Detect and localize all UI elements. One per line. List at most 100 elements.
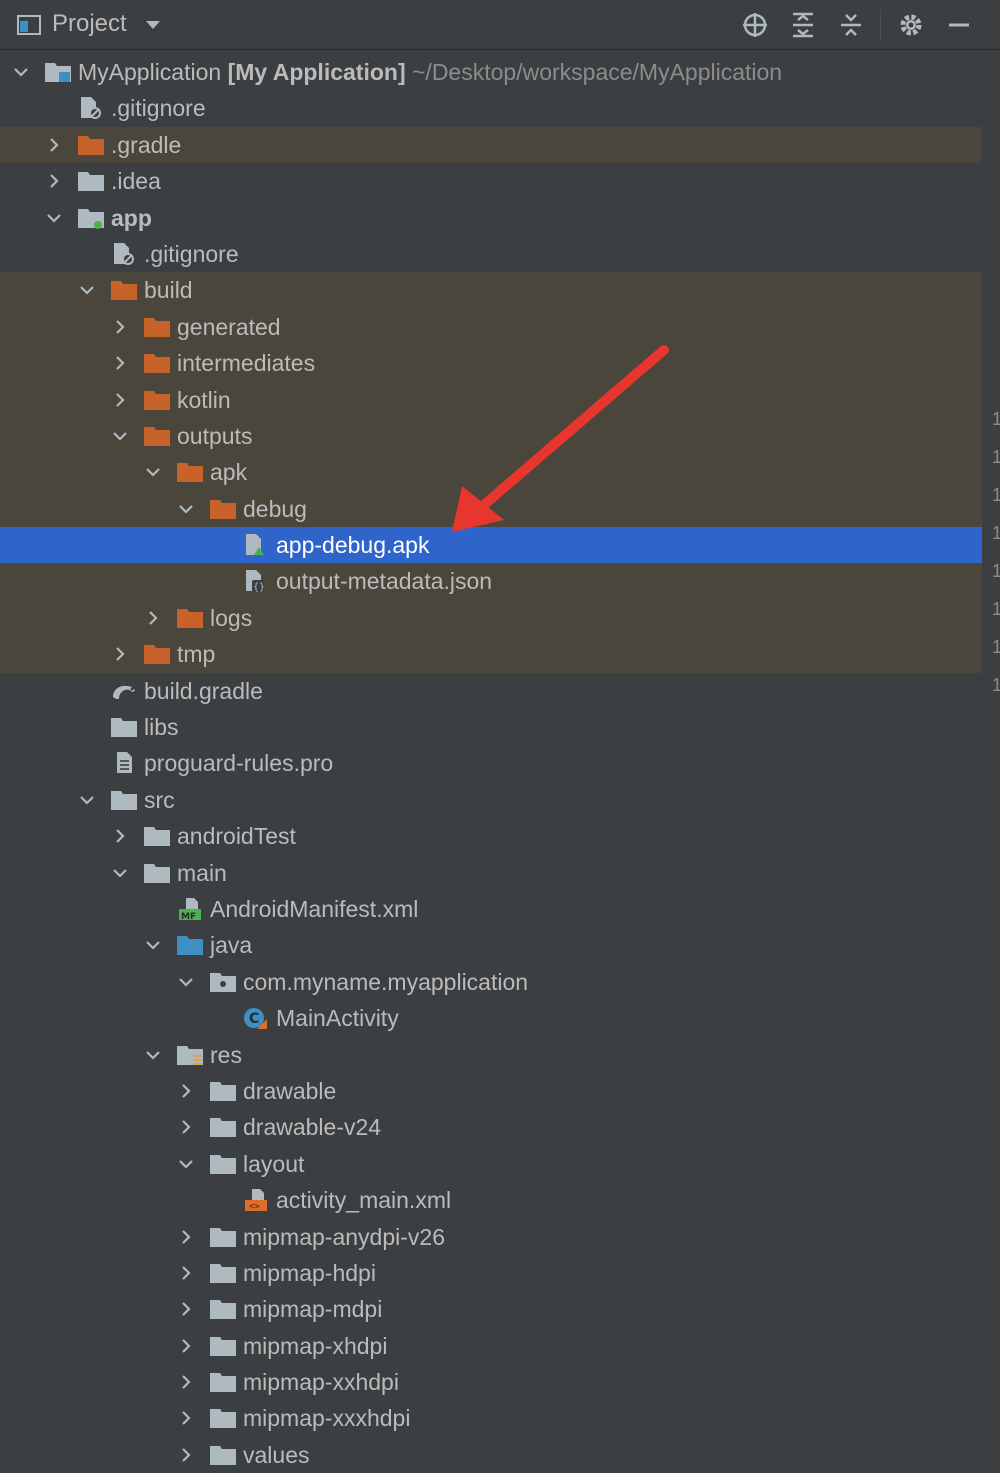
tree-node-libs[interactable]: libs <box>0 709 982 745</box>
tree-node-label: mipmap-xxxhdpi <box>243 1402 410 1434</box>
chevron-right-icon[interactable] <box>177 1446 195 1464</box>
select-opened-file-icon[interactable] <box>740 10 770 40</box>
expand-all-icon[interactable] <box>788 10 818 40</box>
tree-node-debug[interactable]: debug <box>0 490 982 528</box>
chevron-right-icon[interactable] <box>45 172 63 190</box>
tree-node-proguard-rules-pro[interactable]: proguard-rules.pro <box>0 745 982 781</box>
chevron-down-icon[interactable] <box>177 973 195 991</box>
node-name: java <box>210 932 253 959</box>
tree-node-values[interactable]: values <box>0 1437 982 1473</box>
chevron-right-icon[interactable] <box>111 391 129 409</box>
chevron-right-icon[interactable] <box>177 1118 195 1136</box>
tree-node-apk[interactable]: apk <box>0 454 982 491</box>
node-name: mipmap-mdpi <box>243 1296 383 1323</box>
tree-node-mipmap-hdpi[interactable]: mipmap-hdpi <box>0 1255 982 1291</box>
gear-icon[interactable] <box>896 10 926 40</box>
svg-text:<>: <> <box>249 1202 260 1212</box>
chevron-right-icon[interactable] <box>177 1264 195 1282</box>
collapse-all-icon[interactable] <box>836 10 866 40</box>
tree-node-gradle[interactable]: .gradle <box>0 126 982 164</box>
tree-node-com-myname-myapplication[interactable]: com.myname.myapplication <box>0 964 982 1000</box>
chevron-right-icon[interactable] <box>177 1300 195 1318</box>
chevron-right-icon[interactable] <box>177 1082 195 1100</box>
tree-node-drawable[interactable]: drawable <box>0 1073 982 1109</box>
tree-node-label: AndroidManifest.xml <box>210 893 418 925</box>
tool-window-title[interactable]: Project <box>52 10 127 38</box>
tree-node-app-debug-apk[interactable]: app-debug.apk <box>0 527 982 564</box>
chevron-right-icon[interactable] <box>144 609 162 627</box>
tree-node-label: activity_main.xml <box>276 1184 451 1216</box>
project-tool-window-header: Project <box>0 0 1000 50</box>
tree-node-myapplication[interactable]: MyApplication [My Application] ~/Desktop… <box>0 54 982 90</box>
folder-icon <box>209 1443 237 1467</box>
chevron-down-icon[interactable] <box>144 463 162 481</box>
tree-node-app[interactable]: app <box>0 200 982 236</box>
tree-node-activity-main-xml[interactable]: <> activity_main.xml <box>0 1182 982 1218</box>
project-view-icon <box>17 15 41 35</box>
tree-node-mainactivity[interactable]: C MainActivity <box>0 1000 982 1036</box>
node-name: androidTest <box>177 823 296 850</box>
chevron-right-icon[interactable] <box>177 1228 195 1246</box>
tree-node-build[interactable]: build <box>0 272 982 309</box>
tree-node-label: libs <box>144 711 179 743</box>
node-name: apk <box>210 459 248 486</box>
chevron-down-icon[interactable] <box>111 427 129 445</box>
tree-node-label: .gitignore <box>111 92 206 124</box>
node-name: com.myname.myapplication <box>243 968 529 995</box>
tree-node-res[interactable]: res <box>0 1037 982 1073</box>
node-name: values <box>243 1441 310 1468</box>
tree-node-androidtest[interactable]: androidTest <box>0 818 982 854</box>
module-folder-icon <box>44 60 72 84</box>
chevron-down-icon[interactable] <box>177 1155 195 1173</box>
tree-node-intermediates[interactable]: intermediates <box>0 345 982 382</box>
chevron-down-icon[interactable] <box>78 791 96 809</box>
tree-node-tmp[interactable]: tmp <box>0 636 982 673</box>
chevron-right-icon[interactable] <box>111 645 129 663</box>
node-name: activity_main.xml <box>276 1187 452 1214</box>
chevron-down-icon[interactable] <box>144 936 162 954</box>
tree-node-mipmap-xxxhdpi[interactable]: mipmap-xxxhdpi <box>0 1400 982 1436</box>
tree-node-androidmanifest-xml[interactable]: MF AndroidManifest.xml <box>0 891 982 927</box>
chevron-right-icon[interactable] <box>111 827 129 845</box>
chevron-down-icon[interactable] <box>111 864 129 882</box>
chevron-right-icon[interactable] <box>177 1337 195 1355</box>
node-name: .gitignore <box>111 95 206 122</box>
chevron-down-icon[interactable] <box>177 500 195 518</box>
tree-node-generated[interactable]: generated <box>0 308 982 346</box>
chevron-right-icon[interactable] <box>45 136 63 154</box>
tree-node-label: .idea <box>111 165 161 197</box>
tree-node-java[interactable]: java <box>0 927 982 963</box>
folder-excluded-icon <box>176 606 204 630</box>
tree-node-src[interactable]: src <box>0 782 982 818</box>
chevron-down-icon[interactable] <box>144 1046 162 1064</box>
tree-node-layout[interactable]: layout <box>0 1146 982 1182</box>
node-name: mipmap-xxxhdpi <box>243 1405 411 1432</box>
tree-node-mipmap-mdpi[interactable]: mipmap-mdpi <box>0 1291 982 1327</box>
chevron-right-icon[interactable] <box>111 318 129 336</box>
tree-node-gitignore[interactable]: .gitignore <box>0 90 982 126</box>
chevron-down-icon[interactable] <box>12 63 30 81</box>
chevron-right-icon[interactable] <box>177 1409 195 1427</box>
tree-node-output-metadata-json[interactable]: {} output-metadata.json <box>0 563 982 600</box>
node-name: AndroidManifest.xml <box>210 895 419 922</box>
tree-node-mipmap-anydpi-v26[interactable]: mipmap-anydpi-v26 <box>0 1219 982 1255</box>
folder-icon <box>209 1115 237 1139</box>
tree-node-logs[interactable]: logs <box>0 599 982 637</box>
tree-node-kotlin[interactable]: kotlin <box>0 381 982 418</box>
tree-node-main[interactable]: main <box>0 855 982 891</box>
chevron-right-icon[interactable] <box>111 354 129 372</box>
gutter-line-number: 1 <box>992 447 1000 467</box>
tree-node-outputs[interactable]: outputs <box>0 417 982 455</box>
hide-icon[interactable] <box>944 10 974 40</box>
chevron-down-icon[interactable] <box>45 209 63 227</box>
tree-node-mipmap-xxhdpi[interactable]: mipmap-xxhdpi <box>0 1364 982 1400</box>
tree-node-build-gradle[interactable]: build.gradle <box>0 673 982 709</box>
node-name: main <box>177 859 227 886</box>
tree-node-mipmap-xhdpi[interactable]: mipmap-xhdpi <box>0 1328 982 1364</box>
tree-node-drawable-v24[interactable]: drawable-v24 <box>0 1109 982 1145</box>
chevron-right-icon[interactable] <box>177 1373 195 1391</box>
chevron-down-icon[interactable] <box>144 18 162 32</box>
tree-node-idea[interactable]: .idea <box>0 163 982 199</box>
tree-node-gitignore[interactable]: .gitignore <box>0 236 982 272</box>
chevron-down-icon[interactable] <box>78 281 96 299</box>
